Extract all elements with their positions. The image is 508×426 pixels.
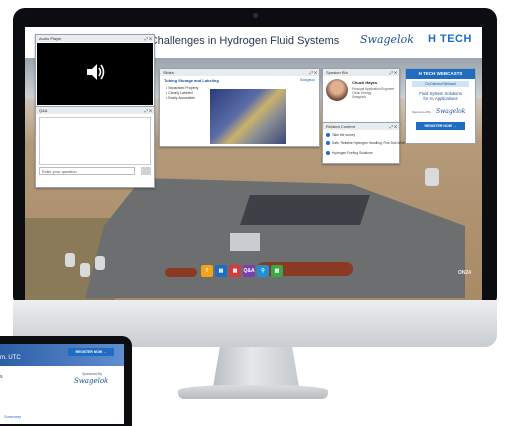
speaker-icon[interactable]: [84, 61, 106, 83]
platform-watermark: ON24: [458, 270, 472, 276]
resources-icon[interactable]: ▤: [215, 265, 227, 277]
speaker-title: Swagelok: [352, 95, 366, 99]
storage-tank: [425, 168, 439, 186]
window-controls[interactable]: ⤢ ✕: [390, 69, 397, 76]
storage-tank: [95, 256, 105, 270]
storage-tank: [65, 253, 75, 267]
ad-sponsored-label: Sponsored By: [412, 110, 431, 114]
resource-link[interactable]: Safe, Reliable Hydrogen Handling: Five D…: [326, 141, 417, 146]
window-controls[interactable]: ⤢ ✕: [390, 123, 397, 130]
qa-icon[interactable]: Q&A: [243, 265, 255, 277]
media-area[interactable]: [37, 43, 153, 105]
slide-bullet: • Clearly Labeled: [166, 91, 193, 95]
resource-icon: [326, 151, 330, 156]
tablet-text: s: [0, 374, 3, 380]
window-title: Speaker Bio: [323, 69, 399, 76]
tablet-screen: m. UTC REGISTER NOW → s Sponsored By Swa…: [0, 344, 124, 424]
small-building: [230, 233, 260, 251]
tablet-time: m. UTC: [0, 355, 21, 361]
resource-icon: [326, 133, 330, 138]
speaker-name: Chuck Hayes: [352, 80, 378, 85]
resource-icon: [326, 141, 330, 146]
register-now-button[interactable]: REGISTER NOW →: [416, 122, 465, 130]
slide-bullet: • Easily Accessible: [166, 96, 196, 100]
window-title: Audio Player: [36, 35, 154, 42]
window-controls[interactable]: ⤢ ✕: [310, 69, 317, 76]
window-title: Q&A: [36, 107, 154, 114]
speaker-photo: [326, 79, 348, 101]
ad-body: Fluid System Solutions for H₂ Application…: [419, 91, 462, 101]
send-button[interactable]: [141, 167, 151, 175]
bottom-toolbar: ? ▤ ▦ Q&A ⚲ ▧: [201, 265, 315, 279]
htech-logo: H TECH: [428, 33, 472, 45]
monitor-stand-neck: [213, 347, 299, 387]
slide-heading: Tubing Storage and Labeling: [164, 78, 219, 83]
slide-brand: Swagelok: [299, 78, 315, 82]
resource-link[interactable]: Hydrogen Fueling Solutions: [326, 151, 373, 156]
webcast-ad[interactable]: H TECH WEBCASTS On Demand Webcast Fluid …: [405, 68, 476, 144]
resource-link[interactable]: Take the survey: [326, 133, 355, 138]
webcast-screen: Overcoming Operating Challenges in Hydro…: [25, 27, 482, 300]
qa-window[interactable]: Q&A ⤢ ✕ Enter your question: [35, 106, 155, 188]
audio-player-window[interactable]: Audio Player ⤢ ✕: [35, 34, 155, 107]
window-controls[interactable]: ⤢ ✕: [145, 107, 152, 114]
question-input[interactable]: Enter your question: [39, 167, 135, 175]
slide-bullet: • Separated Properly: [166, 86, 199, 90]
window-title: Related Content: [323, 123, 399, 130]
ad-sponsor-logo: Swagelok: [436, 108, 466, 115]
slides-icon[interactable]: ▦: [229, 265, 241, 277]
monitor-stand-foot: [178, 385, 328, 399]
tablet-sponsored-label: Sponsored By: [82, 372, 103, 376]
storage-tank: [80, 263, 90, 277]
qa-history: [39, 117, 151, 165]
tablet-banner: m. UTC REGISTER NOW →: [0, 344, 124, 366]
slides-window[interactable]: Slides ⤢ ✕ Tubing Storage and Labeling S…: [159, 68, 320, 147]
swagelok-logo: Swagelok: [360, 33, 414, 46]
speaker-icon-button[interactable]: ⚲: [257, 265, 269, 277]
survey-icon[interactable]: ▧: [271, 265, 283, 277]
camera-dot: [253, 13, 258, 18]
tablet-register-button[interactable]: REGISTER NOW →: [68, 348, 114, 356]
ad-subheader: On Demand Webcast: [412, 81, 469, 87]
window-title: Slides: [160, 69, 319, 76]
speaker-bio-window[interactable]: Speaker Bio ⤢ ✕ Chuck Hayes Principal Ap…: [322, 68, 400, 124]
window-controls[interactable]: ⤢ ✕: [145, 35, 152, 42]
tablet-sponsor-logo: Swagelok: [74, 377, 109, 385]
tablet-frame: m. UTC REGISTER NOW → s Sponsored By Swa…: [0, 336, 132, 426]
related-content-window[interactable]: Related Content ⤢ ✕ Take the survey Safe…: [322, 122, 417, 164]
ad-header: H TECH WEBCASTS: [406, 69, 475, 79]
planter-bed: [165, 268, 197, 277]
building-roof: [240, 195, 370, 225]
help-icon[interactable]: ?: [201, 265, 213, 277]
slide-photo: [210, 89, 286, 144]
